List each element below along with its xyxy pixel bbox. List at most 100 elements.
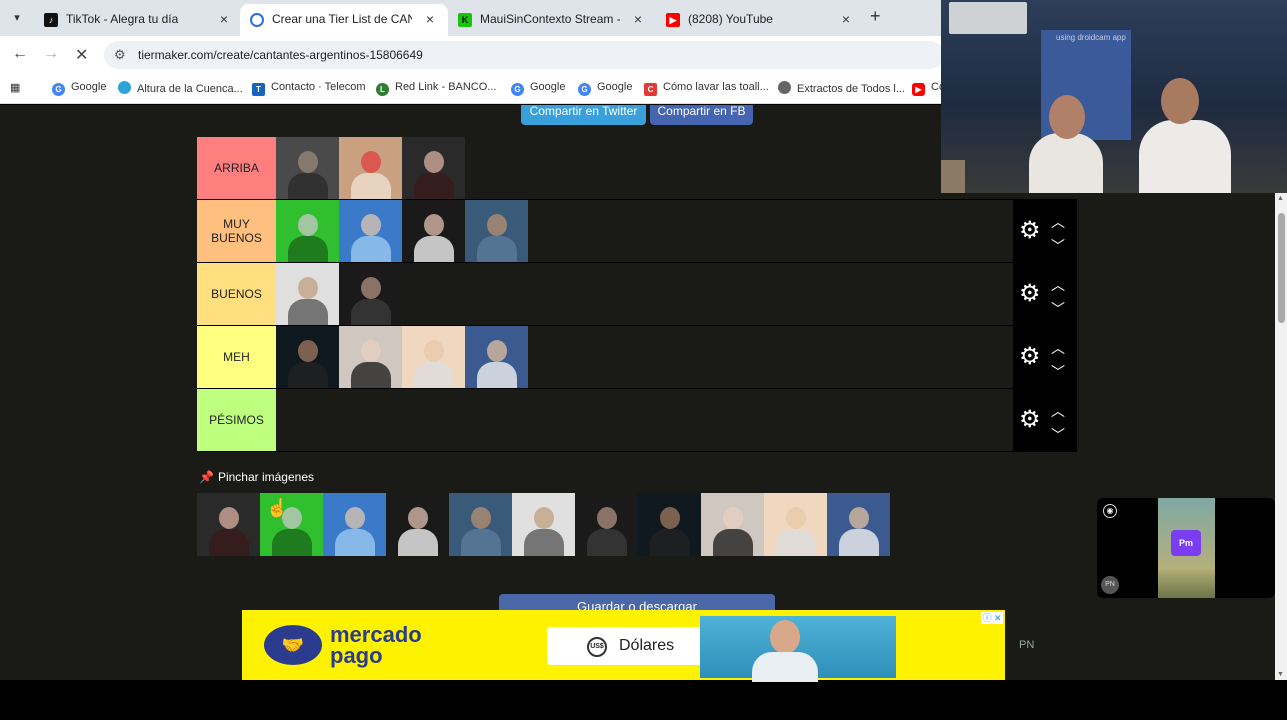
tier-label[interactable]: MUY BUENOS <box>197 200 276 262</box>
thumb-face <box>487 340 507 362</box>
pool-image[interactable] <box>323 493 386 556</box>
bookmark-google-2[interactable]: G Google <box>511 81 565 96</box>
tier-label[interactable]: BUENOS <box>197 263 276 325</box>
tier-items <box>276 326 528 388</box>
webcam-overlay: using droidcam app <box>941 0 1287 193</box>
usd-badge-icon: US$ <box>587 637 607 657</box>
address-bar[interactable]: ⚙ tiermaker.com/create/cantantes-argenti… <box>104 41 944 69</box>
share-facebook-button[interactable]: Compartir en FB <box>650 105 753 125</box>
tier-image[interactable] <box>276 326 339 388</box>
thumb-figure <box>650 529 690 556</box>
close-tab-icon[interactable]: × <box>842 11 850 27</box>
mercado-pago-ad[interactable]: 🤝 mercado pago US$ Dólares ⓘ ✕ <box>242 610 1005 682</box>
gear-icon[interactable]: ⚙ <box>1019 218 1041 244</box>
tier-image[interactable] <box>276 137 339 199</box>
back-arrow-icon[interactable]: ← <box>12 45 28 63</box>
thumb-figure <box>587 529 627 556</box>
tier-image[interactable] <box>465 200 528 262</box>
pool-image[interactable] <box>386 493 449 556</box>
share-twitter-button[interactable]: Compartir en Twitter <box>521 105 646 125</box>
gear-icon[interactable]: ⚙ <box>1019 281 1041 307</box>
tier-image[interactable] <box>339 263 402 325</box>
scroll-down-icon[interactable]: ▼ <box>1277 671 1284 678</box>
chevron-up-icon[interactable]: ︿ <box>1051 275 1065 295</box>
thumb-figure <box>288 236 328 262</box>
pool-image[interactable] <box>575 493 638 556</box>
thumb-face <box>471 507 491 529</box>
tier-image[interactable] <box>402 137 465 199</box>
ad-person-head <box>770 620 800 654</box>
bookmark-red-link[interactable]: L Red Link - BANCO... <box>376 81 496 96</box>
tab-kick[interactable]: K MauiSinContexto Stream - Watch × <box>448 4 656 36</box>
tier-image[interactable] <box>402 200 465 262</box>
gear-icon[interactable]: ⚙ <box>1019 344 1041 370</box>
tab-youtube[interactable]: ▶ (8208) YouTube × <box>656 4 864 36</box>
gear-icon[interactable]: ⚙ <box>1019 407 1041 433</box>
pin-images-label[interactable]: 📌 Pinchar imágenes <box>199 470 314 484</box>
bookmark-google-3[interactable]: G Google <box>578 81 632 96</box>
tab-search-icon[interactable]: ▾ <box>8 9 26 27</box>
tier-row: PÉSIMOS ⚙ ︿ ﹀ <box>197 389 1077 452</box>
chevron-down-icon[interactable]: ﹀ <box>1051 299 1065 319</box>
tier-image[interactable] <box>339 137 402 199</box>
thumb-face <box>424 340 444 362</box>
air-conditioner <box>949 2 1027 34</box>
tier-label[interactable]: PÉSIMOS <box>197 389 276 451</box>
tier-image[interactable] <box>276 263 339 325</box>
tab-tiermaker[interactable]: Crear una Tier List de CANTANTES × <box>240 4 448 36</box>
close-tab-icon[interactable]: × <box>634 11 642 27</box>
tier-row: MUY BUENOS ⚙ ︿ ﹀ <box>197 200 1077 263</box>
tier-image[interactable] <box>276 200 339 262</box>
tier-image[interactable] <box>402 326 465 388</box>
clorox-icon: C <box>644 83 657 96</box>
bookmark-altura[interactable]: Altura de la Cuenca... <box>118 81 243 95</box>
chevron-up-icon[interactable]: ︿ <box>1051 212 1065 232</box>
chevron-up-icon[interactable]: ︿ <box>1051 338 1065 358</box>
tier-label[interactable]: MEH <box>197 326 276 388</box>
close-tab-icon[interactable]: × <box>426 11 434 27</box>
bookmark-label: Google <box>71 81 107 93</box>
chevron-down-icon[interactable]: ﹀ <box>1051 236 1065 256</box>
stop-loading-icon[interactable]: ✕ <box>75 45 88 65</box>
ad-info-icon[interactable]: ⓘ ✕ <box>981 612 1003 624</box>
thumb-face <box>298 277 318 299</box>
chevron-down-icon[interactable]: ﹀ <box>1051 362 1065 382</box>
thumb-face <box>408 507 428 529</box>
tiktok-icon: ♪ <box>44 13 58 27</box>
pip-icon[interactable]: ◉ <box>1103 504 1117 518</box>
thumb-face <box>723 507 743 529</box>
pool-image[interactable] <box>512 493 575 556</box>
apps-grid-icon[interactable]: ▦ <box>10 81 20 94</box>
scrollbar-thumb[interactable] <box>1278 213 1285 323</box>
tab-title: Crear una Tier List de CANTANTES <box>272 12 412 26</box>
tier-image[interactable] <box>339 200 402 262</box>
ad-dolares-button[interactable]: US$ Dólares <box>547 627 715 665</box>
tier-image[interactable] <box>465 326 528 388</box>
tier-label[interactable]: ARRIBA <box>197 137 276 199</box>
forward-arrow-icon[interactable]: → <box>43 45 59 63</box>
site-info-icon[interactable]: ⚙ <box>114 47 126 63</box>
thumb-figure <box>398 529 438 556</box>
new-tab-button[interactable]: + <box>870 6 881 27</box>
pool-image[interactable] <box>197 493 260 556</box>
chevron-up-icon[interactable]: ︿ <box>1051 401 1065 421</box>
pool-image[interactable] <box>449 493 512 556</box>
bookmark-google[interactable]: G Google <box>52 81 106 96</box>
thumb-face <box>786 507 806 529</box>
tab-tiktok[interactable]: ♪ TikTok - Alegra tu día × <box>34 4 242 36</box>
tier-image[interactable] <box>339 326 402 388</box>
tab-title: MauiSinContexto Stream - Watch <box>480 12 620 26</box>
pool-image[interactable] <box>764 493 827 556</box>
bookmark-lavar[interactable]: C Cómo lavar las toall... <box>644 81 769 96</box>
mini-player[interactable]: ◉ Pm PN <box>1097 498 1275 598</box>
page-scrollbar[interactable]: ▲ ▼ <box>1275 193 1287 680</box>
bookmark-telecom[interactable]: T Contacto · Telecom <box>252 81 366 96</box>
chevron-down-icon[interactable]: ﹀ <box>1051 425 1065 445</box>
bookmark-extractos[interactable]: Extractos de Todos l... <box>778 81 905 95</box>
pool-image[interactable] <box>827 493 890 556</box>
scroll-up-icon[interactable]: ▲ <box>1277 195 1284 202</box>
bookmark-label: Google <box>597 81 633 93</box>
pool-image[interactable] <box>701 493 764 556</box>
close-tab-icon[interactable]: × <box>220 11 228 27</box>
pool-image[interactable] <box>638 493 701 556</box>
